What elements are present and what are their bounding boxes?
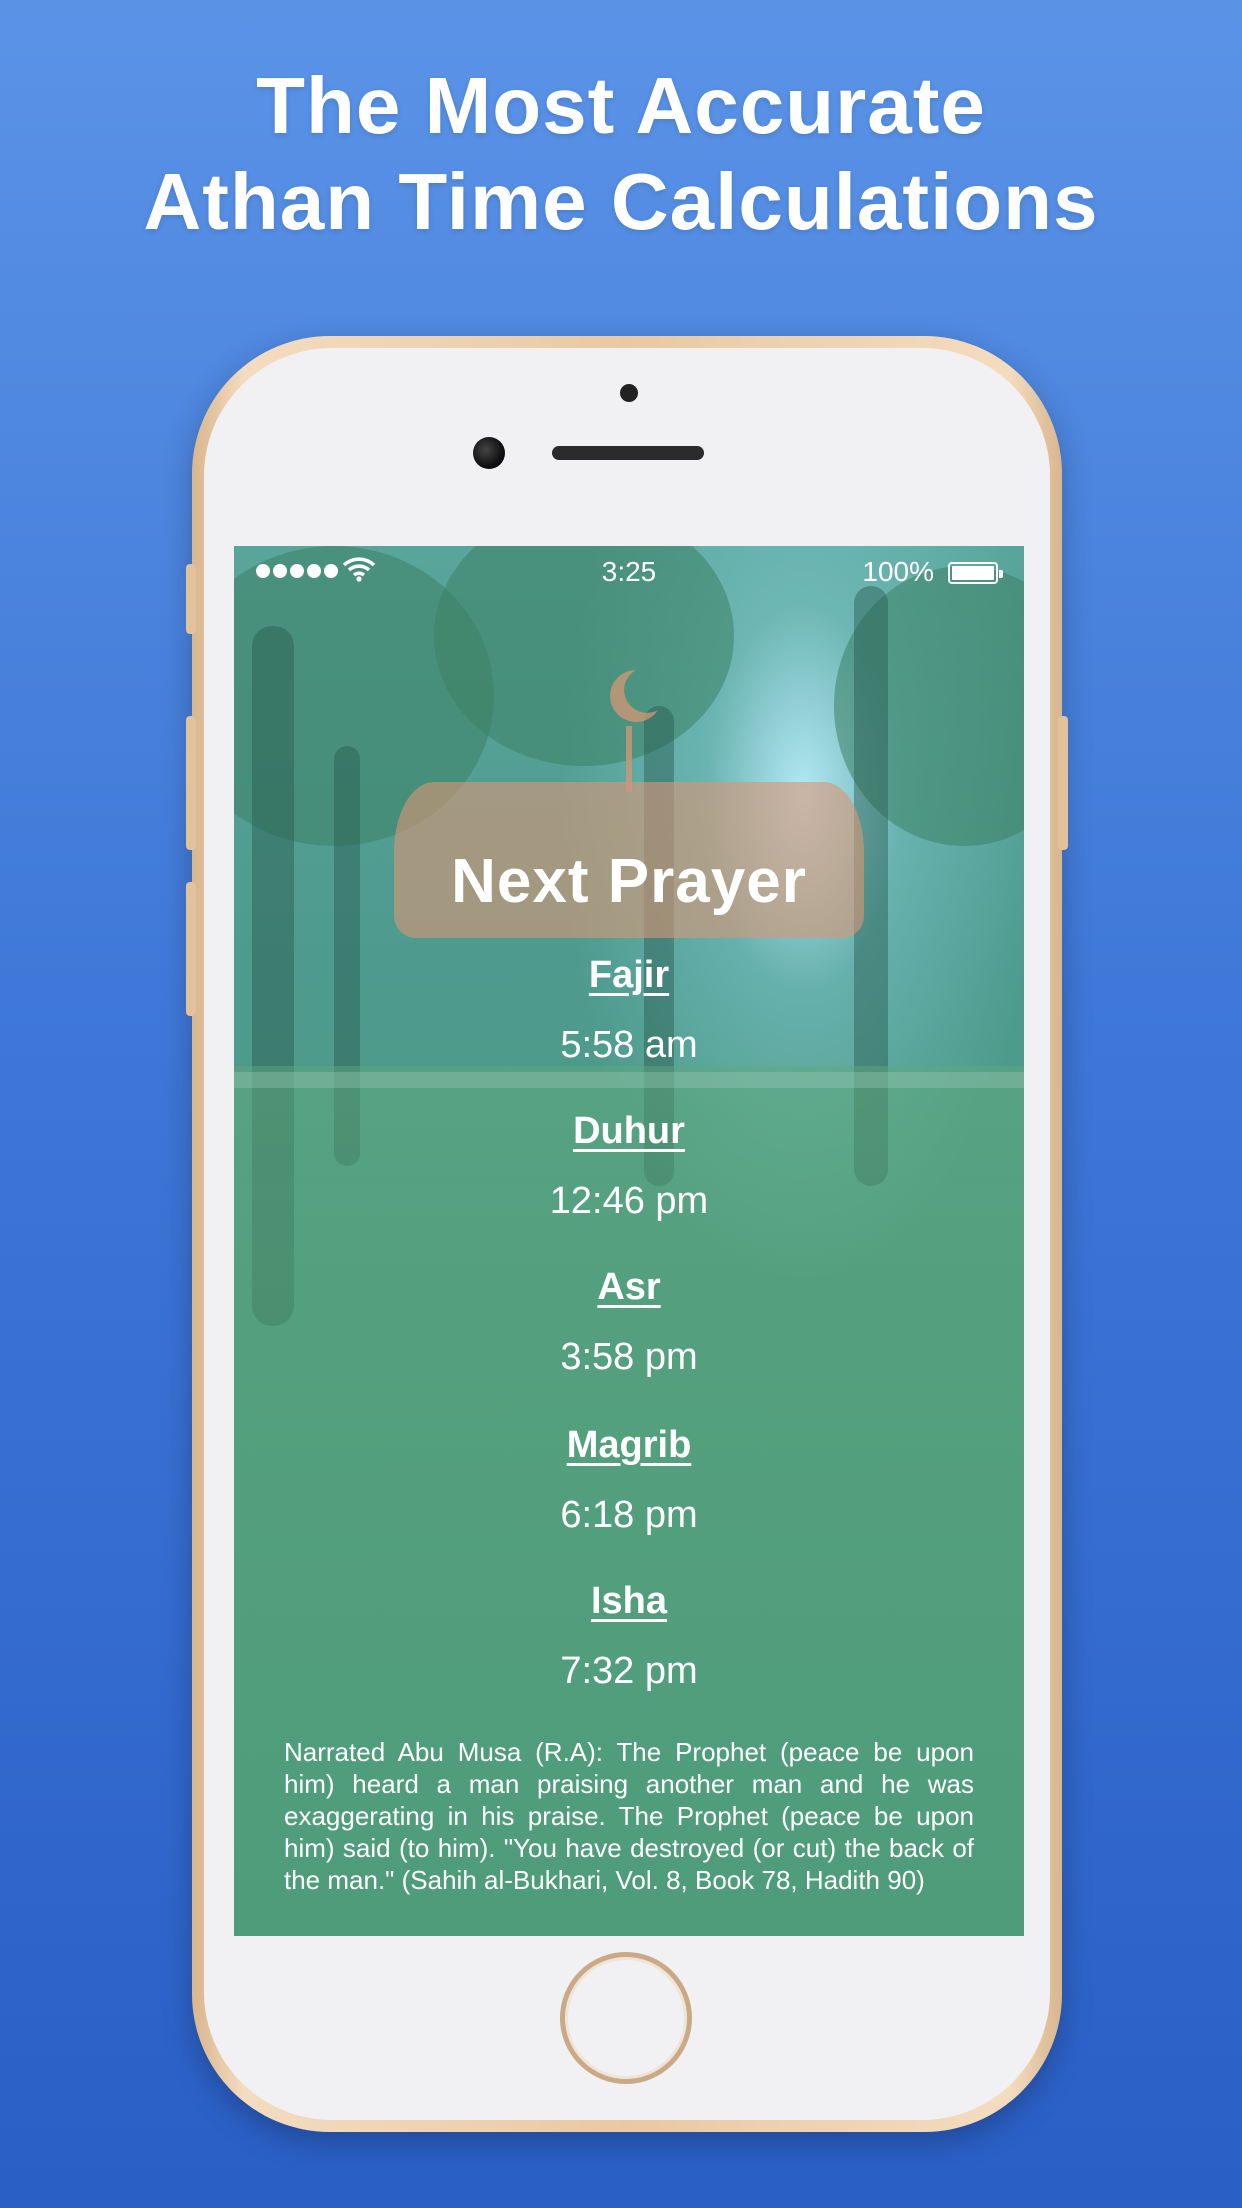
prayer-time: 7:32 pm: [560, 1650, 698, 1692]
proximity-sensor: [620, 384, 638, 402]
battery-icon: [948, 562, 1003, 584]
moon-icon: [610, 670, 658, 792]
prayer-name: Asr: [597, 1266, 661, 1308]
volume-up-button: [186, 716, 196, 850]
prayer-name: Fajir: [588, 954, 670, 996]
status-bar: 3:25 100%: [234, 546, 1024, 598]
silent-switch: [186, 564, 196, 634]
headline-line2: Athan Time Calculations: [143, 157, 1099, 246]
hadith-text: Narrated Abu Musa (R.A): The Prophet (pe…: [284, 1737, 974, 1895]
power-button: [1058, 716, 1068, 850]
banner-title: Next Prayer: [451, 847, 807, 916]
front-camera: [473, 437, 505, 469]
prayer-name: Magrib: [566, 1424, 692, 1466]
volume-down-button: [186, 882, 196, 1016]
home-button[interactable]: [560, 1952, 692, 2084]
prayer-name: Duhur: [573, 1110, 685, 1152]
prayer-time: 3:58 pm: [560, 1336, 698, 1378]
headline: The Most Accurate Athan Time Calculation…: [0, 58, 1242, 250]
bg-path: [234, 1072, 1024, 1088]
earpiece-speaker: [552, 446, 704, 460]
prayer-time: 12:46 pm: [549, 1180, 709, 1222]
prayer-time: 5:58 am: [560, 1024, 698, 1066]
prayer-name: Isha: [590, 1580, 668, 1622]
battery-percentage: 100%: [862, 556, 934, 587]
prayer-time: 6:18 pm: [560, 1494, 698, 1536]
app-screen: 3:25 100% Next Prayer Fajir 5:58 am Duhu…: [234, 546, 1024, 1936]
headline-line1: The Most Accurate: [256, 61, 986, 150]
